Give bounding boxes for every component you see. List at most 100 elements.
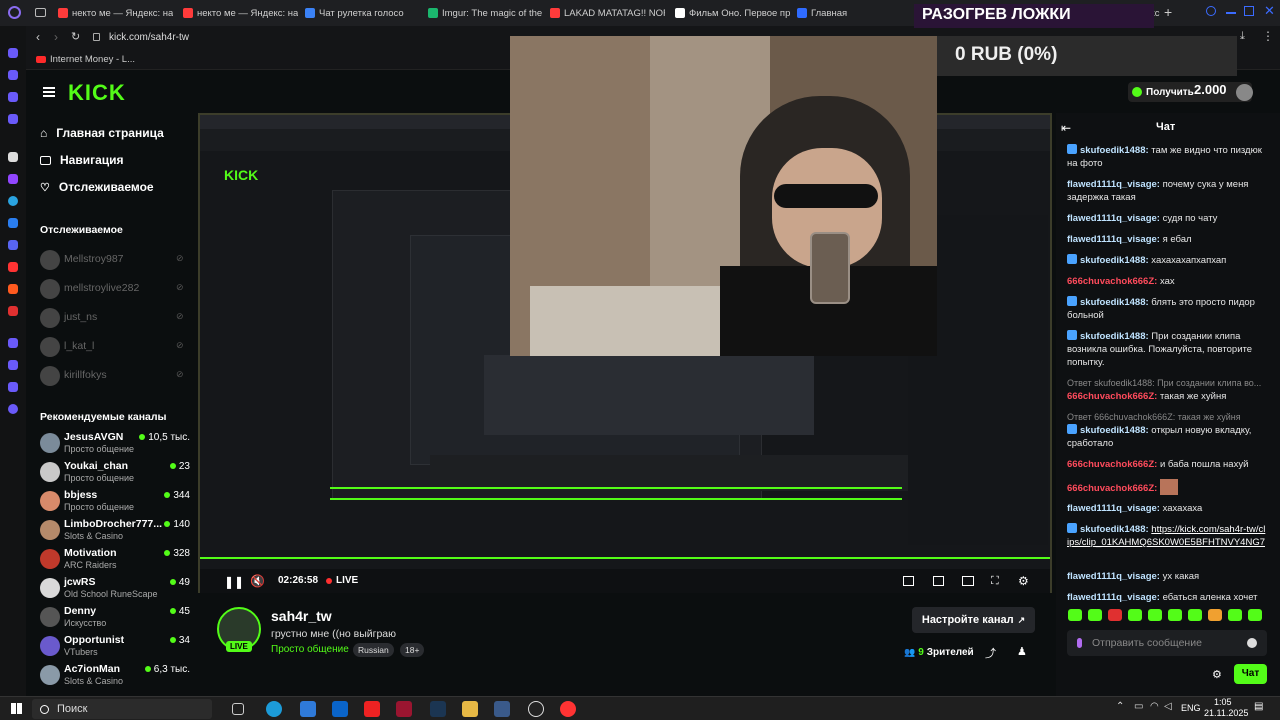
following-avatar[interactable] xyxy=(40,279,60,299)
file-explorer-icon[interactable] xyxy=(300,701,316,717)
following-avatar[interactable] xyxy=(40,337,60,357)
follow-icon[interactable]: ♟ xyxy=(1017,645,1027,658)
browser-active-icon[interactable] xyxy=(396,701,412,717)
emoji-icon[interactable] xyxy=(1247,638,1257,648)
chat-username[interactable]: flawed1111q_visage: xyxy=(1067,592,1160,603)
yandex-icon[interactable] xyxy=(8,262,18,272)
chat-username[interactable]: skufoedik1488: xyxy=(1080,255,1149,266)
yandex-icon[interactable] xyxy=(560,701,576,717)
tabs-menu-icon[interactable] xyxy=(35,8,46,17)
following-item[interactable]: Mellstroy987 xyxy=(64,253,124,265)
following-avatar[interactable] xyxy=(40,308,60,328)
vk-icon[interactable] xyxy=(8,218,18,228)
chat-username[interactable]: 666chuvachok666Z: xyxy=(1067,459,1157,470)
obs-icon[interactable] xyxy=(528,701,544,717)
browser-tab[interactable]: Imgur: The magic of the xyxy=(428,4,543,22)
emote-icon[interactable] xyxy=(1128,609,1142,621)
recommended-channel-item[interactable]: jcwRS Old School RuneScape 49 xyxy=(40,576,190,602)
recommended-channel-item[interactable]: bbjess Просто общение 344 xyxy=(40,489,190,515)
maximize-icon[interactable] xyxy=(1244,6,1254,16)
emote-icon[interactable] xyxy=(1248,609,1262,621)
sidebar-app-icon[interactable] xyxy=(8,360,18,370)
chat-username[interactable]: skufoedik1488: xyxy=(1080,331,1149,342)
volume-icon[interactable]: 🔇 xyxy=(250,574,265,588)
clock-time[interactable]: 1:05 xyxy=(1214,697,1232,707)
pip-icon[interactable] xyxy=(903,576,914,586)
collapse-chat-icon[interactable]: ⇤ xyxy=(1061,121,1071,135)
network-icon[interactable]: ▭ xyxy=(1134,701,1143,712)
following-item[interactable]: kirillfokys xyxy=(64,369,107,381)
browser-tab[interactable]: некто ме — Яндекс: на xyxy=(58,4,173,22)
chat-send-button[interactable]: Чат xyxy=(1234,664,1267,684)
sidebar-app-icon[interactable] xyxy=(8,382,18,392)
emote-icon[interactable] xyxy=(1188,609,1202,621)
new-tab-icon[interactable]: + xyxy=(1164,4,1172,20)
share-icon[interactable]: ⤴ xyxy=(985,645,996,661)
steam-icon[interactable] xyxy=(430,701,446,717)
bookmark-item[interactable]: Internet Money - L... xyxy=(50,54,135,65)
sidebar-item-following[interactable]: ♡ Отслеживаемое xyxy=(40,180,154,194)
user-avatar[interactable] xyxy=(1236,84,1253,101)
language-tag[interactable]: Russian xyxy=(353,643,394,657)
browser-tab[interactable]: Чат рулетка голосо xyxy=(305,4,420,22)
sidebar-app-icon[interactable] xyxy=(8,48,18,58)
task-view-icon[interactable] xyxy=(232,703,244,715)
menu-icon[interactable]: ⋮ xyxy=(1262,29,1274,43)
recommended-channel-item[interactable]: Motivation ARC Raiders 328 xyxy=(40,547,190,573)
chat-username[interactable]: skufoedik1488: xyxy=(1080,425,1149,436)
twitch-icon[interactable] xyxy=(8,174,18,184)
edge-icon[interactable] xyxy=(266,701,282,717)
emote-icon[interactable] xyxy=(1208,609,1222,621)
reload-icon[interactable]: ↻ xyxy=(71,30,80,43)
browser-tab[interactable]: LAKAD MATATAG!! NOR xyxy=(550,4,665,22)
channel-name[interactable]: sah4r_tw xyxy=(271,608,332,624)
outlook-icon[interactable] xyxy=(332,701,348,717)
minimize-icon[interactable] xyxy=(1226,12,1236,14)
following-item[interactable]: l_kat_l xyxy=(64,340,94,352)
recommended-channel-item[interactable]: Denny Искусство 45 xyxy=(40,605,190,631)
browser-tab[interactable]: Главная xyxy=(797,4,912,22)
recommended-channel-item[interactable]: Youkai_chan Просто общение 23 xyxy=(40,460,190,486)
emote-icon[interactable] xyxy=(1088,609,1102,621)
microphone-icon[interactable] xyxy=(1077,638,1082,648)
wifi-icon[interactable]: ◠ xyxy=(1150,701,1159,712)
chat-username[interactable]: skufoedik1488: xyxy=(1080,524,1149,535)
search-icon[interactable] xyxy=(1206,6,1216,16)
clip-icon[interactable] xyxy=(933,576,944,586)
taskbar-search[interactable]: Поиск xyxy=(32,699,212,719)
language-indicator[interactable]: ENG xyxy=(1181,703,1201,713)
discord-icon[interactable] xyxy=(8,240,18,250)
sidebar-item-home[interactable]: ⌂ Главная страница xyxy=(40,126,164,140)
recommended-channel-item[interactable]: Opportunist VTubers 34 xyxy=(40,634,190,660)
browser-tab[interactable]: некто ме — Яндекс: на xyxy=(183,4,298,22)
following-item[interactable]: mellstroylive282 xyxy=(64,282,139,294)
chat-username[interactable]: skufoedik1488: xyxy=(1080,297,1149,308)
folder-icon[interactable] xyxy=(462,701,478,717)
recommended-channel-item[interactable]: LimboDrocher777... Slots & Casino 140 xyxy=(40,518,190,544)
telegram-icon[interactable] xyxy=(8,196,18,206)
kick-icon[interactable] xyxy=(8,152,18,162)
tray-expand-icon[interactable]: ⌃ xyxy=(1116,701,1124,712)
sidebar-item-browse[interactable]: Навигация xyxy=(40,153,124,167)
chat-username[interactable]: flawed1111q_visage: xyxy=(1067,234,1160,245)
chat-username[interactable]: flawed1111q_visage: xyxy=(1067,213,1160,224)
get-points-button[interactable]: Получить xyxy=(1128,82,1252,102)
chat-username[interactable]: flawed1111q_visage: xyxy=(1067,503,1160,514)
sidebar-app-icon[interactable] xyxy=(8,114,18,124)
windows-start-icon[interactable] xyxy=(11,703,22,714)
theater-icon[interactable] xyxy=(962,576,974,586)
sidebar-app-icon[interactable] xyxy=(8,70,18,80)
yandex-browser-icon[interactable] xyxy=(364,701,380,717)
download-icon[interactable]: ⤓ xyxy=(1240,30,1245,43)
chat-username[interactable]: skufoedik1488: xyxy=(1080,145,1149,156)
following-avatar[interactable] xyxy=(40,366,60,386)
pause-button[interactable]: ❚❚ xyxy=(224,575,244,589)
clock-date[interactable]: 21.11.2025 xyxy=(1204,708,1248,718)
fullscreen-icon[interactable]: ⛶ xyxy=(991,575,999,588)
close-icon[interactable]: ✕ xyxy=(1264,3,1275,19)
kick-logo[interactable]: KICK xyxy=(68,80,126,106)
url-field[interactable]: kick.com/sah4r-tw xyxy=(109,32,189,43)
stream-category[interactable]: Просто общение xyxy=(271,644,349,655)
recommended-channel-item[interactable]: Ac7ionMan Slots & Casino 6,3 тыс. xyxy=(40,663,190,689)
app-icon[interactable] xyxy=(8,306,18,316)
